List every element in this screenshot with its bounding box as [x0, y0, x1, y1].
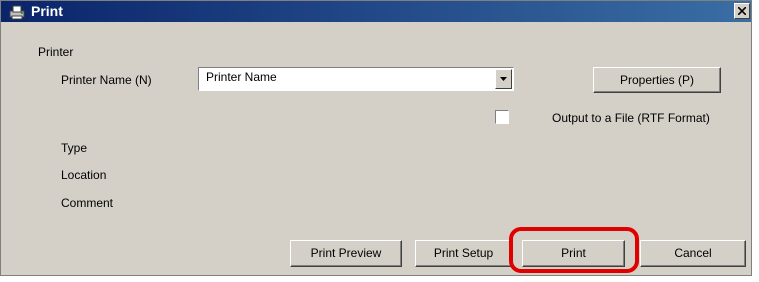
printer-name-value: Printer Name [206, 70, 277, 84]
dropdown-button[interactable] [495, 69, 512, 89]
cancel-button[interactable]: Cancel [640, 240, 746, 267]
output-file-label: Output to a File (RTF Format) [552, 111, 710, 125]
chevron-down-icon [500, 77, 507, 81]
properties-button-label: Properties (P) [619, 73, 695, 87]
close-button[interactable] [734, 3, 750, 19]
print-setup-button[interactable]: Print Setup [415, 240, 512, 267]
comment-label: Comment [61, 196, 114, 210]
printer-group-label: Printer [38, 45, 74, 59]
location-label: Location [61, 168, 107, 182]
cancel-label: Cancel [674, 246, 712, 260]
window-title: Print [31, 3, 63, 19]
print-setup-label: Print Setup [433, 246, 494, 260]
properties-button[interactable]: Properties (P) [593, 67, 721, 93]
printer-icon [7, 4, 27, 20]
type-label: Type [61, 141, 88, 155]
print-button[interactable]: Print [522, 240, 625, 267]
printer-name-label: Printer Name (N) [61, 73, 152, 87]
output-file-checkbox[interactable] [495, 110, 509, 124]
print-dialog: Print Printer Printer Name (N) Printer N… [0, 0, 752, 276]
title-bar[interactable]: Print [1, 1, 751, 22]
print-preview-button[interactable]: Print Preview [290, 240, 402, 267]
print-preview-label: Print Preview [310, 246, 382, 260]
close-icon [738, 7, 746, 15]
printer-name-select[interactable]: Printer Name [198, 67, 514, 91]
print-label: Print [561, 246, 586, 260]
